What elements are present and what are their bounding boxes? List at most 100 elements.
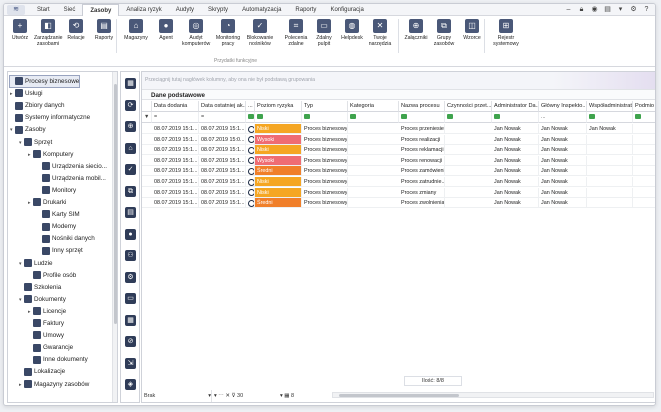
tree-item[interactable]: ▾ Sprzęt — [19, 137, 52, 148]
lock-icon[interactable]: 🔒︎ — [577, 5, 586, 14]
help-icon[interactable]: ? — [642, 5, 651, 14]
ribbon-button-shield[interactable]: ✓ Blokowanie nośników — [246, 19, 274, 47]
filter-cell[interactable] — [587, 112, 633, 123]
column-header[interactable]: Kategoria — [348, 101, 399, 112]
column-header[interactable]: Czynności przet... — [445, 101, 492, 112]
tree-item[interactable]: ▸ Usługi — [10, 88, 43, 99]
column-header[interactable]: Data dodania — [152, 101, 199, 112]
tab-3[interactable]: Analiza ryzyk — [119, 4, 168, 16]
grid-view-icon[interactable]: ▦ — [125, 78, 136, 89]
tree-scrollbar[interactable] — [112, 72, 117, 402]
column-header[interactable]: Poziom ryzyka — [255, 101, 302, 112]
column-header[interactable]: ... — [246, 101, 255, 112]
ribbon-button-registry[interactable]: ⊞ Rejestr systemowy — [492, 19, 520, 47]
tab-1[interactable]: Sieć — [57, 4, 83, 16]
tree-item[interactable]: Lokalizacje — [19, 366, 65, 377]
ribbon-button-agent[interactable]: ● Agent — [152, 19, 180, 41]
ribbon-button-patterns[interactable]: ◫ Wzorce — [458, 19, 486, 41]
tree-item[interactable]: Karty SIM — [37, 209, 80, 220]
document-icon[interactable]: ▤ — [603, 5, 612, 14]
tree-item[interactable]: ▸ Drukarki — [28, 197, 66, 208]
tree-item[interactable]: Procesy biznesowe — [8, 75, 81, 88]
column-header[interactable]: Administrator Da... — [492, 101, 539, 112]
tree-item[interactable]: ▾ Dokumenty — [19, 294, 66, 305]
tree-item[interactable]: Zbiory danych — [10, 100, 65, 111]
filter-cell[interactable] — [255, 112, 302, 123]
minimize-icon[interactable]: – — [564, 5, 573, 14]
grid-horizontal-scrollbar[interactable] — [332, 392, 654, 398]
column-header[interactable]: Data ostatniej ak... — [199, 101, 246, 112]
ribbon-button-monitoring[interactable]: ◔ Monitoring pracy — [214, 19, 242, 47]
column-header[interactable]: Podmio — [633, 101, 655, 112]
filter-cell[interactable] — [492, 112, 539, 123]
tree-item[interactable]: Monitory — [37, 185, 76, 196]
filter-controls[interactable]: ▾ ⋯ ✕ ⊽ 30 — [214, 390, 243, 402]
tree-item[interactable]: Modemy — [37, 221, 76, 232]
tree-item[interactable]: Umowy — [28, 330, 64, 341]
tab-4[interactable]: Audyty — [169, 4, 201, 16]
filter-cell[interactable] — [633, 112, 655, 123]
settings-icon[interactable]: ⚙ — [125, 271, 136, 283]
computer-icon[interactable]: ▭ — [125, 293, 136, 304]
table-row[interactable]: 08.07.2019 15:1... 08.07.2019 15:1... Proc… — [142, 145, 655, 156]
column-header[interactable]: Nazwa procesu — [399, 101, 445, 112]
users-icon[interactable]: ⚇ — [125, 250, 136, 261]
user-icon[interactable]: ● — [125, 228, 136, 240]
table-row[interactable]: 08.07.2019 15:1... 08.07.2019 15:1... Proc… — [142, 198, 655, 209]
filter-cell[interactable] — [246, 112, 255, 123]
filter-cell[interactable] — [399, 112, 445, 123]
column-header[interactable]: Typ — [302, 101, 348, 112]
tree-item[interactable]: Gwarancje — [28, 342, 73, 353]
tree-item[interactable]: Systemy informatyczne — [10, 112, 90, 123]
table-row[interactable]: 08.07.2019 15:1... 08.07.2019 15:1... Proc… — [142, 166, 655, 177]
tree-item[interactable]: ▸ Magazyny zasobów — [19, 379, 89, 390]
table-row[interactable]: 08.07.2019 15:1... 08.07.2019 15:0... Proc… — [142, 134, 655, 145]
ribbon-button-report[interactable]: ▤ Raporty — [90, 19, 118, 41]
tab-6[interactable]: Automatyzacja — [235, 4, 288, 16]
ribbon-button-add[interactable]: + Utwórz — [6, 19, 34, 41]
tree-item[interactable]: Inny sprzęt — [37, 245, 83, 256]
copy-icon[interactable]: ⧉ — [125, 185, 136, 197]
table-row[interactable]: 08.07.2019 15:1... 08.07.2019 15:1... Proc… — [142, 187, 655, 198]
tree-item[interactable]: Urządzenia mobil... — [37, 173, 106, 184]
ribbon-button-relations[interactable]: ⟲ Relacje — [62, 19, 90, 41]
gear-icon[interactable]: ⚙︎ — [629, 5, 638, 14]
page-controls[interactable]: ▾ ▦ 8 — [280, 390, 294, 402]
column-header[interactable]: Współadministrat... — [587, 101, 633, 112]
filter-cell[interactable]: = — [152, 112, 199, 123]
ribbon-button-terminal[interactable]: ⌗ Polecenia zdalne — [282, 19, 310, 47]
tab-7[interactable]: Raporty — [288, 4, 323, 16]
globe-icon[interactable]: ◉ — [590, 5, 599, 14]
tree-item[interactable]: Szkolenia — [19, 282, 61, 293]
filter-cell[interactable] — [445, 112, 492, 123]
table-row[interactable]: 08.07.2019 15:1... 08.07.2019 15:1... Proc… — [142, 155, 655, 166]
ribbon-button-attachment[interactable]: ⊕ Załączniki — [402, 19, 430, 41]
tree-item[interactable]: Nośniki danych — [37, 233, 95, 244]
table-icon[interactable]: ▦ — [125, 314, 136, 326]
export-icon[interactable]: ⇲ — [125, 357, 136, 369]
column-header[interactable]: Główny Inspekto... — [539, 101, 587, 112]
tree-item[interactable]: ▸ Licencje — [28, 306, 66, 317]
chevron-down-icon[interactable]: ▾ — [616, 5, 625, 14]
filter-cell[interactable]: ... — [539, 112, 587, 123]
tree-item[interactable]: ▾ Zasoby — [10, 124, 46, 135]
ribbon-button-groups[interactable]: ⧉ Grupy zasobów — [430, 19, 458, 47]
tree-item[interactable]: ▾ Ludzie — [19, 258, 53, 269]
document-icon[interactable]: ▤ — [125, 207, 136, 218]
group-by-panel[interactable]: Przeciągnij tutaj nagłówek kolumny, aby … — [142, 72, 655, 90]
ribbon-button-warehouse[interactable]: ⌂ Magazyny — [122, 19, 150, 41]
filter-cell[interactable]: = — [199, 112, 246, 123]
tree-item[interactable]: Faktury — [28, 318, 64, 329]
link-icon[interactable]: ⊘ — [125, 336, 136, 347]
globe-icon[interactable]: ⊕ — [125, 121, 136, 132]
ribbon-button-lifebuoy[interactable]: ◍ Helpdesk — [338, 19, 366, 41]
tree-item[interactable]: Inne dokumenty — [28, 354, 88, 365]
table-row[interactable]: 08.07.2019 15:1... 08.07.2019 15:1... Proc… — [142, 124, 655, 134]
refresh-icon[interactable]: ⟳ — [125, 99, 136, 111]
filter-cell[interactable] — [348, 112, 399, 123]
tag-icon[interactable]: ◈ — [125, 379, 136, 390]
tab-8[interactable]: Konfiguracja — [323, 4, 370, 16]
tree-item[interactable]: Urządzenia siecio... — [37, 161, 107, 172]
tree-item[interactable]: ▸ Komputery — [28, 149, 73, 160]
table-row[interactable]: 08.07.2019 15:1... 08.07.2019 15:1... Proc… — [142, 177, 655, 187]
